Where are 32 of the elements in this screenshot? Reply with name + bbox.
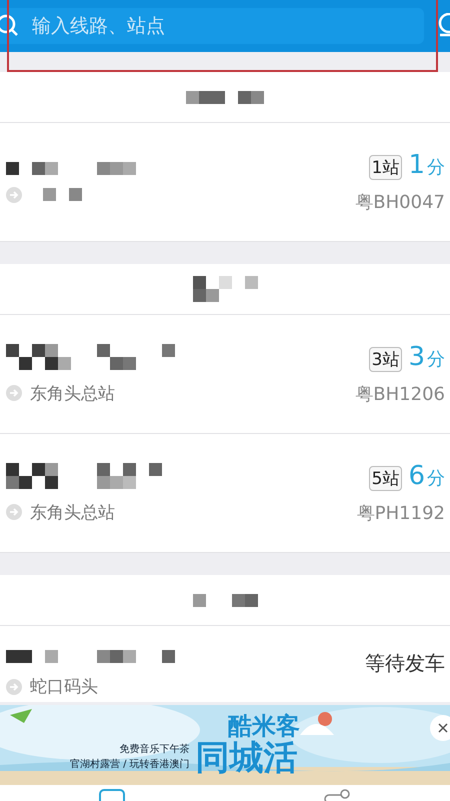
ad-brand: 酷米客 [228,711,300,740]
ad-text: 官湖村露营 / 玩转香港澳门 [70,758,190,770]
bus-plate: 粤BH0047 [355,191,445,214]
minutes-unit: 分 [427,156,445,179]
minutes-unit: 分 [427,348,445,371]
minutes-value: 1 [408,150,425,180]
stop-count: 5站 [368,466,402,491]
minutes-value: 3 [408,342,425,372]
arrow-circle-icon [6,186,22,202]
route-icon[interactable] [323,789,351,801]
ad-text: 免费音乐下午茶 [120,742,190,756]
redacted-mosaic-drawing [192,276,258,302]
route-row[interactable]: 1站 1 分 粤BH0047 [0,123,450,242]
arrow-circle-icon [6,504,22,520]
close-icon [438,723,448,733]
route-status: 等待发车 [365,650,445,677]
arrow-circle-icon [6,385,22,401]
bus-plate: 粤BH1206 [355,383,445,406]
stop-count: 1站 [368,155,402,180]
minutes-value: 6 [408,461,425,491]
bus-plate: 粤PH1192 [356,502,445,525]
route-row[interactable]: 东角头总站 5站 6 分 粤PH1192 [0,434,450,553]
direction-text: 东角头总站 [30,502,115,524]
route-row[interactable]: 蛇口码头 等待发车 [0,626,450,702]
route-row[interactable]: 东角头总站 3站 3 分 粤BH1206 [0,315,450,434]
direction-text: 蛇口码头 [30,676,98,698]
stop-count: 3站 [368,347,402,372]
direction-text: 东角头总站 [30,382,115,404]
ad-headline: 同城活 [196,738,298,780]
redacted-mosaic-drawing [192,594,258,606]
minutes-unit: 分 [427,467,445,490]
arrow-circle-icon [6,678,22,694]
